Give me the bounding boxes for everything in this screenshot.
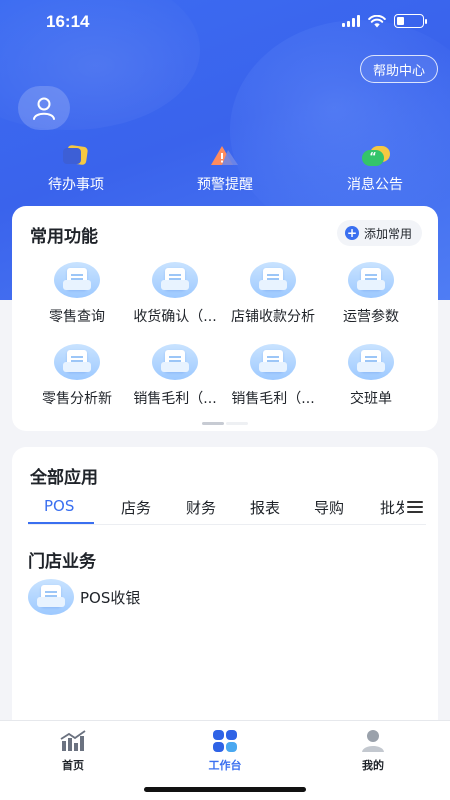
avatar[interactable] (18, 86, 70, 130)
workbench-icon (211, 729, 239, 753)
function-item[interactable]: 零售分析新 (24, 344, 130, 408)
tab-workbench-label: 工作台 (208, 759, 242, 772)
status-icons (342, 14, 427, 28)
app-item[interactable]: POS收银 (28, 579, 140, 615)
help-center-button[interactable]: 帮助中心 (360, 55, 438, 83)
tab-home[interactable]: 首页 (28, 729, 118, 773)
todo-button[interactable]: 待办事项 (16, 140, 136, 194)
status-bar: 16:14 (0, 0, 450, 46)
function-item[interactable]: 销售毛利（... (122, 344, 228, 408)
home-indicator (144, 787, 306, 792)
message-label: 消息公告 (347, 177, 403, 193)
add-common-button[interactable]: + 添加常用 (336, 220, 422, 246)
page-indicator (202, 422, 248, 425)
tab-shopping-guide[interactable]: 导购 (314, 497, 344, 518)
battery-icon (394, 14, 427, 28)
function-item[interactable]: 店铺收款分析 (220, 262, 326, 326)
wifi-icon (368, 14, 386, 27)
plus-icon: + (344, 226, 359, 240)
function-label: 零售查询 (49, 309, 105, 325)
store-business-title: 门店业务 (28, 552, 96, 572)
common-functions-title: 常用功能 (30, 227, 98, 247)
menu-icon[interactable] (404, 499, 426, 515)
active-tab-indicator (28, 522, 94, 524)
function-label: 零售分析新 (42, 391, 112, 407)
tab-reports[interactable]: 报表 (250, 497, 280, 518)
function-label: 收货确认（... (133, 309, 217, 325)
tab-workbench[interactable]: 工作台 (180, 729, 270, 773)
app-category-tabs: POS 店务 财务 报表 导购 批发 (28, 495, 426, 525)
function-item[interactable]: 交班单 (318, 344, 424, 408)
message-icon: “ (360, 144, 390, 168)
document-tray-icon (250, 344, 296, 380)
todo-icon (61, 144, 91, 168)
app-label: POS收银 (80, 588, 141, 607)
function-item[interactable]: 销售毛利（... (220, 344, 326, 408)
document-tray-icon (54, 344, 100, 380)
message-button[interactable]: “ 消息公告 (315, 140, 435, 194)
todo-label: 待办事项 (48, 177, 104, 193)
tab-wholesale[interactable]: 批发 (380, 497, 406, 518)
tab-store-affairs[interactable]: 店务 (121, 497, 151, 518)
function-item[interactable]: 零售查询 (24, 262, 130, 326)
document-tray-icon (54, 262, 100, 298)
function-label: 运营参数 (343, 309, 399, 325)
user-icon (33, 97, 55, 120)
document-tray-icon (250, 262, 296, 298)
common-functions-card: 常用功能 + 添加常用 零售查询 收货确认（... 店铺收款分析 运营参数 零售… (12, 206, 438, 431)
status-time: 16:14 (46, 12, 90, 31)
all-apps-card: 全部应用 POS 店务 财务 报表 导购 批发 门店业务 POS收银 (12, 447, 438, 737)
tab-profile-label: 我的 (362, 759, 384, 772)
add-common-label: 添加常用 (363, 226, 412, 241)
document-tray-icon (152, 262, 198, 298)
tab-pos[interactable]: POS (44, 497, 74, 515)
function-label: 销售毛利（... (231, 391, 315, 407)
function-label: 销售毛利（... (133, 391, 217, 407)
document-tray-icon (28, 579, 74, 615)
function-label: 交班单 (350, 391, 392, 407)
document-tray-icon (348, 262, 394, 298)
quick-actions: 待办事项 预警提醒 “ 消息公告 (0, 140, 450, 196)
function-label: 店铺收款分析 (231, 309, 315, 325)
home-chart-icon (59, 729, 87, 753)
tab-finance[interactable]: 财务 (186, 497, 216, 518)
warning-label: 预警提醒 (197, 177, 253, 193)
profile-icon (359, 729, 387, 753)
document-tray-icon (152, 344, 198, 380)
signal-icon (342, 15, 360, 27)
warning-icon (210, 144, 240, 168)
tab-home-label: 首页 (62, 759, 84, 772)
warning-button[interactable]: 预警提醒 (165, 140, 285, 194)
function-item[interactable]: 收货确认（... (122, 262, 228, 326)
function-item[interactable]: 运营参数 (318, 262, 424, 326)
all-apps-title: 全部应用 (30, 468, 98, 488)
document-tray-icon (348, 344, 394, 380)
tab-profile[interactable]: 我的 (328, 729, 418, 773)
